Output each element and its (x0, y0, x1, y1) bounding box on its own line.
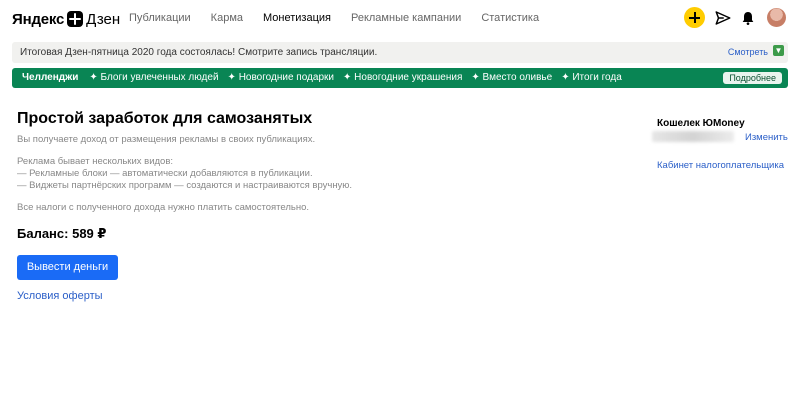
plus-icon[interactable] (684, 7, 705, 28)
challenge-item-label: Вместо оливье (482, 72, 553, 83)
challenge-item[interactable]: ✦ Новогодние подарки (228, 72, 334, 83)
tax-note: Все налоги с полученного дохода нужно пл… (17, 202, 310, 213)
challenge-item[interactable]: ✦ Блоги увлеченных людей (89, 72, 218, 83)
challenge-item-label: Новогодние украшения (354, 72, 463, 83)
challenge-item[interactable]: ✦ Вместо оливье (471, 72, 552, 83)
avatar[interactable] (767, 8, 786, 27)
challenge-item-label: Новогодние подарки (238, 72, 334, 83)
logo-word-zen: Дзен (86, 10, 121, 28)
announcement-text: Итоговая Дзен-пятница 2020 года состояла… (20, 47, 378, 58)
top-icons (684, 7, 786, 28)
nav-item-publications[interactable]: Публикации (129, 12, 191, 24)
page-title: Простой заработок для самозанятых (17, 110, 313, 127)
monetization-content: Простой заработок для самозанятых Вы пол… (17, 110, 617, 302)
wallet-panel: Кошелек ЮMoney Изменить Кабинет налогопл… (652, 118, 797, 171)
tax-cabinet-link[interactable]: Кабинет налогоплательщика (657, 160, 784, 171)
challenge-item[interactable]: ✦ Итоги года (561, 72, 622, 83)
nav-item-monetization[interactable]: Монетизация (263, 12, 331, 24)
withdraw-button[interactable]: Вывести деньги (17, 255, 118, 280)
logo[interactable]: Яндекс Дзен (12, 10, 120, 28)
more-button[interactable]: Подробнее (723, 72, 782, 84)
logo-word-yandex: Яндекс (12, 10, 65, 28)
challenge-item-label: Итоги года (572, 72, 622, 83)
nav-item-statistics[interactable]: Статистика (481, 12, 539, 24)
ad-types-line: — Рекламные блоки — автоматически добавл… (17, 168, 313, 179)
zen-logo-icon (67, 11, 84, 27)
terms-link[interactable]: Условия оферты (17, 290, 103, 302)
main-nav: Публикации Карма Монетизация Рекламные к… (129, 12, 559, 24)
challenge-item-label: Блоги увлеченных людей (100, 72, 219, 83)
nav-item-karma[interactable]: Карма (211, 12, 243, 24)
watch-link[interactable]: Смотреть (728, 47, 768, 57)
send-icon[interactable] (714, 9, 732, 27)
wallet-title: Кошелек ЮMoney (657, 118, 745, 129)
challenge-item[interactable]: ✦ Новогодние украшения (343, 72, 462, 83)
ad-types-text: Реклама бывает нескольких видов: — Рекла… (17, 156, 352, 192)
challenges-list: Челленджи ✦ Блоги увлеченных людей ✦ Нов… (22, 72, 631, 83)
nav-item-ad-campaigns[interactable]: Рекламные кампании (351, 12, 461, 24)
challenges-bar: Челленджи ✦ Блоги увлеченных людей ✦ Нов… (12, 68, 788, 88)
ad-types-line: Реклама бывает нескольких видов: (17, 156, 174, 167)
challenges-title[interactable]: Челленджи (22, 72, 78, 83)
ad-types-line: — Виджеты партнёрских программ — создают… (17, 180, 353, 191)
change-wallet-link[interactable]: Изменить (745, 132, 788, 143)
intro-text: Вы получаете доход от размещения рекламы… (17, 134, 316, 145)
top-bar: Яндекс Дзен Публикации Карма Монетизация… (0, 0, 800, 38)
bell-icon[interactable] (740, 10, 756, 26)
announcement-bar: Итоговая Дзен-пятница 2020 года состояла… (12, 42, 788, 63)
balance-label: Баланс: 589 ₽ (17, 226, 107, 241)
wallet-number-redacted (652, 131, 734, 142)
announcement-badge-icon[interactable]: ▼ (773, 45, 784, 56)
